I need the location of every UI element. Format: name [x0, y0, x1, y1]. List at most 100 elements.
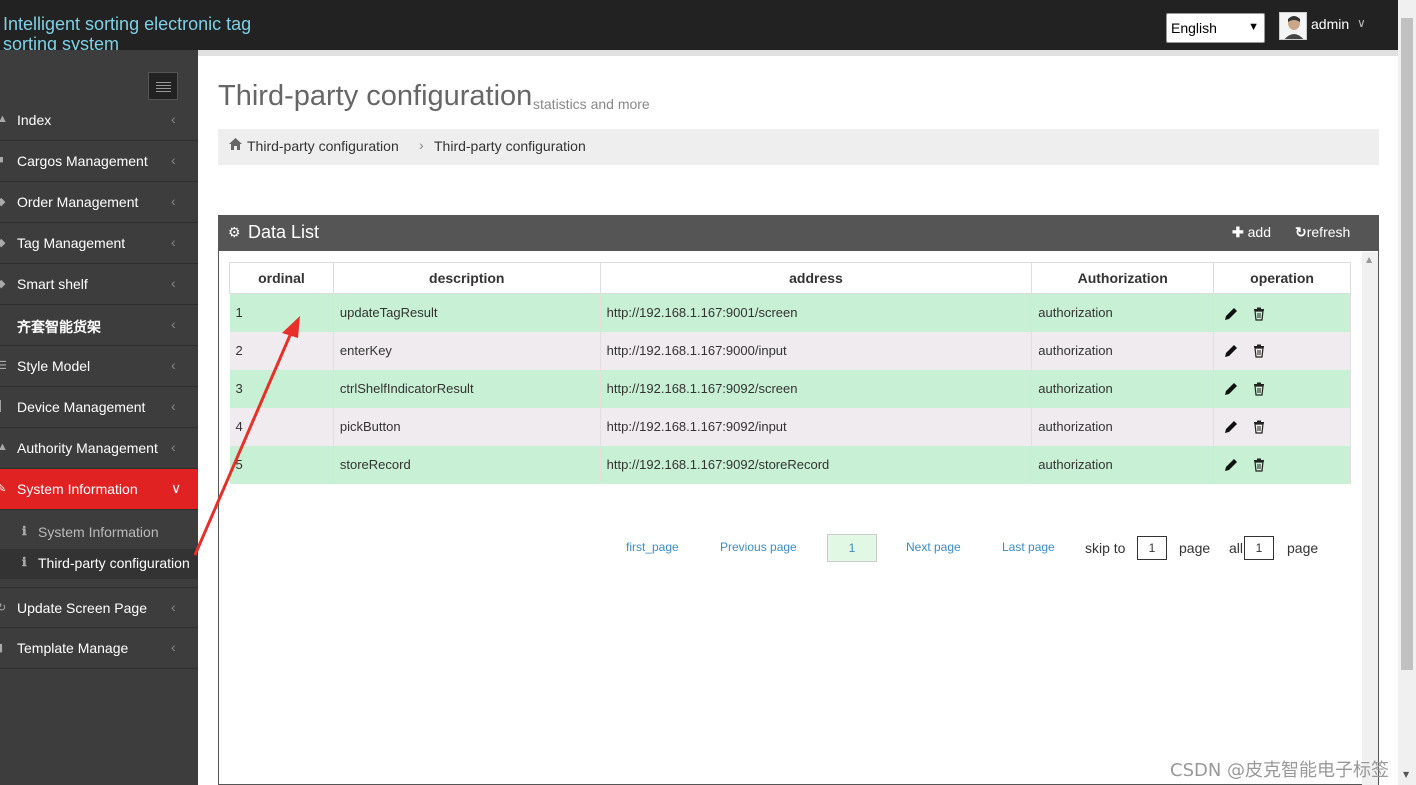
add-label: add: [1247, 224, 1271, 240]
chevron-down-icon: ▼: [1248, 21, 1259, 33]
wrench-icon: ✎: [0, 483, 6, 494]
avatar[interactable]: [1279, 12, 1307, 40]
cell-authorization: authorization: [1031, 331, 1215, 370]
breadcrumb-link[interactable]: Third-party configuration: [247, 138, 399, 154]
sidebar-item-cargos-management[interactable]: ■ Cargos Management ‹: [0, 141, 198, 182]
sidebar-item-label: Index: [17, 112, 52, 128]
sidebar-item-label: System Information: [17, 481, 138, 497]
diamond-icon: ◆: [0, 196, 6, 207]
edit-icon[interactable]: [1224, 344, 1238, 358]
chevron-left-icon: ‹: [171, 639, 176, 655]
sidebar-subitem-system-information[interactable]: ℹ System Information: [0, 518, 198, 548]
table-row[interactable]: 1 updateTagResult http://192.168.1.167:9…: [229, 293, 1351, 332]
last-page-link[interactable]: Last page: [1002, 540, 1055, 554]
cell-ordinal: 3: [229, 369, 334, 408]
sidebar-subitem-third-party-configuration[interactable]: ℹ Third-party configuration: [0, 549, 198, 579]
trash-icon[interactable]: [1252, 307, 1266, 321]
table-row[interactable]: 3 ctrlShelfIndicatorResult http://192.16…: [229, 369, 1351, 408]
chevron-left-icon: ‹: [171, 275, 176, 291]
trash-icon[interactable]: [1252, 344, 1266, 358]
square-icon: ■: [0, 154, 4, 166]
sidebar-item-update-screen-page[interactable]: ↻ Update Screen Page ‹: [0, 587, 198, 628]
cell-ordinal: 4: [229, 407, 334, 446]
chevron-left-icon: ‹: [171, 193, 176, 209]
sidebar-item-authority-management[interactable]: ▲ Authority Management ‹: [0, 428, 198, 469]
cell-description: ctrlShelfIndicatorResult: [333, 369, 601, 408]
sidebar-item-label: Cargos Management: [17, 153, 148, 169]
panel-scrollbar[interactable]: ▲: [1362, 252, 1378, 785]
cell-address: http://192.168.1.167:9000/input: [600, 331, 1033, 370]
edit-icon[interactable]: [1224, 420, 1238, 434]
cell-ordinal: 1: [229, 293, 334, 332]
column-header-address[interactable]: address: [599, 262, 1033, 294]
home-icon[interactable]: [229, 138, 242, 153]
sidebar-item-smart-shelf[interactable]: ◆ Smart shelf ‹: [0, 264, 198, 305]
chevron-left-icon: ‹: [171, 111, 176, 127]
watermark: CSDN @皮克智能电子标签: [1170, 760, 1390, 781]
chevron-down-icon: ∨: [171, 480, 182, 496]
first-page-link[interactable]: first_page: [626, 540, 679, 554]
sidebar-subitem-label: Third-party configuration: [38, 555, 190, 571]
cell-description: pickButton: [333, 407, 601, 446]
trash-icon[interactable]: [1252, 382, 1266, 396]
sidebar-item-device-management[interactable]: ▌ Device Management ‹: [0, 387, 198, 428]
trash-icon[interactable]: [1252, 420, 1266, 434]
previous-page-link[interactable]: Previous page: [720, 540, 797, 554]
scroll-up-icon[interactable]: ▲: [1366, 255, 1372, 264]
cell-authorization: authorization: [1031, 407, 1215, 446]
page-scrollbar[interactable]: ▼: [1398, 0, 1416, 785]
table-row[interactable]: 4 pickButton http://192.168.1.167:9092/i…: [229, 407, 1351, 446]
cell-description: enterKey: [333, 331, 601, 370]
scroll-down-icon[interactable]: ▼: [1403, 770, 1409, 779]
refresh-icon: ↻: [1295, 224, 1307, 240]
info-icon: ℹ: [22, 524, 27, 538]
skip-to-label: skip to: [1085, 540, 1126, 556]
edit-icon[interactable]: [1224, 307, 1238, 321]
chevron-down-icon[interactable]: ∨: [1357, 16, 1366, 30]
header-divider: [198, 50, 1398, 56]
table-row[interactable]: 5 storeRecord http://192.168.1.167:9092/…: [229, 445, 1351, 484]
sidebar-item-style-model[interactable]: ☰ Style Model ‹: [0, 346, 198, 387]
page-label: page: [1287, 540, 1319, 556]
chevron-left-icon: ‹: [171, 439, 176, 455]
next-page-link[interactable]: Next page: [906, 540, 961, 554]
chevron-left-icon: ‹: [171, 152, 176, 168]
sidebar-item-complete-set-shelf[interactable]: 齐套智能货架 ‹: [0, 305, 198, 346]
table-row[interactable]: 2 enterKey http://192.168.1.167:9000/inp…: [229, 331, 1351, 370]
scrollbar-thumb[interactable]: [1401, 18, 1413, 670]
cell-address: http://192.168.1.167:9001/screen: [600, 293, 1033, 332]
column-header-description[interactable]: description: [332, 262, 601, 294]
cell-operation: [1213, 331, 1351, 370]
sidebar-toggle-button[interactable]: [148, 72, 178, 100]
sidebar-item-label: Order Management: [17, 194, 139, 210]
user-name[interactable]: admin: [1311, 16, 1349, 32]
plus-icon: ✚: [1232, 224, 1244, 240]
refresh-icon: ↻: [0, 602, 6, 613]
sidebar-item-system-information[interactable]: ✎ System Information ∨: [0, 469, 198, 510]
cell-ordinal: 2: [229, 331, 334, 370]
sidebar-item-tag-management[interactable]: ◆ Tag Management ‹: [0, 223, 198, 264]
brand-title[interactable]: Intelligent sorting electronic tag sorti…: [3, 14, 253, 54]
sidebar-item-order-management[interactable]: ◆ Order Management ‹: [0, 182, 198, 223]
column-header-ordinal[interactable]: ordinal: [229, 262, 334, 294]
edit-icon[interactable]: [1224, 382, 1238, 396]
language-selected-value: English: [1171, 20, 1217, 36]
cell-description: updateTagResult: [333, 293, 601, 332]
info-icon: ℹ: [22, 555, 27, 569]
refresh-button[interactable]: ↻refresh: [1295, 224, 1350, 241]
skip-to-page-input[interactable]: 1: [1137, 536, 1167, 560]
sidebar-item-template-manage[interactable]: ▮ Template Manage ‹: [0, 628, 198, 669]
language-select[interactable]: English ▼: [1166, 13, 1265, 43]
sidebar-item-index[interactable]: ▲ Index ‹: [0, 100, 198, 141]
column-header-authorization[interactable]: Authorization: [1031, 262, 1215, 294]
user-icon: ▲: [0, 441, 6, 453]
sidebar-item-label: Device Management: [17, 399, 146, 415]
edit-icon[interactable]: [1224, 458, 1238, 472]
cell-ordinal: 5: [229, 445, 334, 484]
cell-authorization: authorization: [1031, 445, 1215, 484]
current-page-button[interactable]: 1: [827, 534, 877, 562]
add-button[interactable]: ✚ add: [1232, 224, 1271, 241]
column-header-operation: operation: [1213, 262, 1351, 294]
table-header-row: ordinal description address Authorizatio…: [229, 262, 1351, 294]
trash-icon[interactable]: [1252, 458, 1266, 472]
